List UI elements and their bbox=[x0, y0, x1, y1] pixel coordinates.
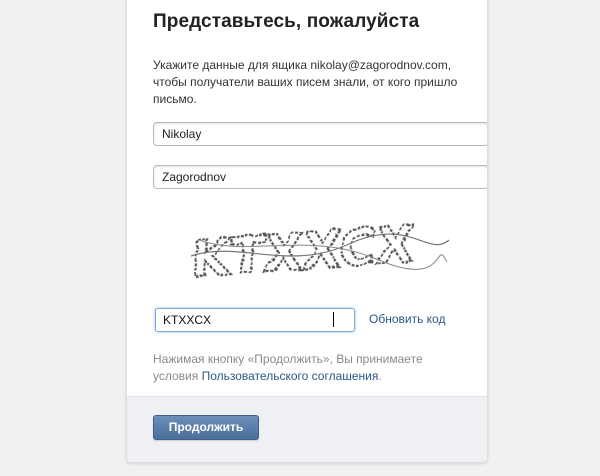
refresh-captcha-link[interactable]: Обновить код bbox=[369, 312, 445, 326]
description-text: Укажите данные для ящика nikolay@zagorod… bbox=[153, 58, 458, 106]
continue-button[interactable]: Продолжить bbox=[153, 415, 259, 440]
captcha-image: KTXXCX bbox=[179, 210, 455, 290]
last-name-input[interactable] bbox=[153, 165, 487, 189]
terms-note: Нажимая кнопку «Продолжить», Вы принимае… bbox=[153, 351, 463, 385]
captcha-input[interactable] bbox=[155, 308, 355, 332]
registration-card: Представьтесь, пожалуйста Укажите данные… bbox=[126, 0, 488, 463]
text-caret bbox=[333, 312, 334, 327]
form-footer: Продолжить bbox=[127, 396, 487, 462]
page-title: Представьтесь, пожалуйста bbox=[153, 11, 420, 32]
captcha-distorted-text: KTXXCX bbox=[188, 213, 450, 290]
user-agreement-link[interactable]: Пользовательского соглашения bbox=[202, 369, 379, 383]
terms-note-period: . bbox=[378, 369, 382, 383]
first-name-input[interactable] bbox=[153, 122, 487, 146]
